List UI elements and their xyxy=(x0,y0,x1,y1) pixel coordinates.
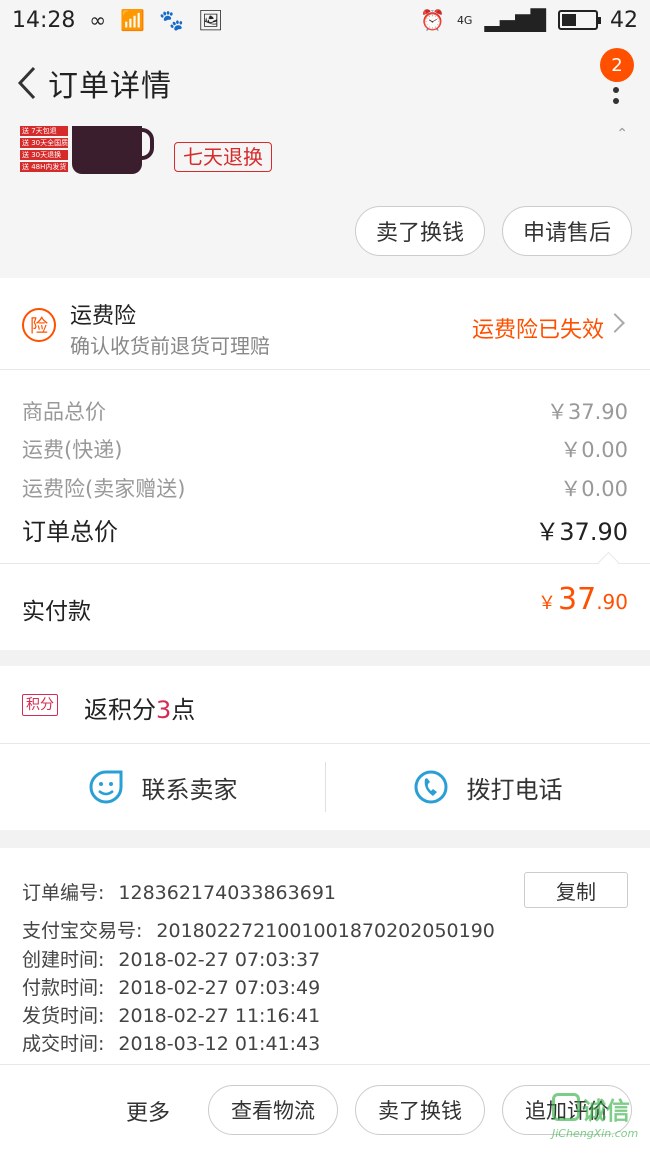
kettle-image xyxy=(72,126,142,174)
product-thumbnail[interactable]: 送 7天包退 送 30天全国质保 送 30天退换 送 48H内发货 xyxy=(20,126,155,176)
insurance-status: 运费险已失效 xyxy=(471,318,604,343)
paid-integer: 37 xyxy=(558,582,597,617)
watermark-text: JiChengXin.com xyxy=(552,1127,639,1140)
paid-time: 2018-02-27 07:03:49 xyxy=(118,977,321,999)
chat-face-icon xyxy=(89,770,122,804)
insurance-icon: 险 xyxy=(22,308,56,342)
contact-seller-label: 联系卖家 xyxy=(141,775,238,804)
dot-icon xyxy=(613,98,619,104)
promo-tag: 送 30天全国质保 xyxy=(20,138,68,148)
paid-currency: ￥ xyxy=(538,593,556,614)
price-row: 商品总价 ￥37.90 xyxy=(22,396,628,426)
promo-tag: 送 48H内发货 xyxy=(20,162,68,172)
quantity-cut: ⌃ xyxy=(616,126,628,142)
apply-aftersale-button[interactable]: 申请售后 xyxy=(502,206,632,256)
refund-policy-tag: 七天退换 xyxy=(174,142,272,172)
kettle-handle xyxy=(140,128,154,160)
order-total-label: 订单总价 xyxy=(22,518,118,546)
created-time-label: 创建时间: xyxy=(22,949,105,971)
shipped-time-label: 发货时间: xyxy=(22,1005,105,1027)
chevron-right-icon xyxy=(605,313,625,333)
call-phone-button[interactable]: 拨打电话 xyxy=(325,744,650,830)
insurance-title: 运费险 xyxy=(70,304,137,329)
paid-amount: ￥ 37 .90 xyxy=(538,582,628,617)
divider xyxy=(0,563,650,564)
paid-time-label: 付款时间: xyxy=(22,977,105,999)
phone-icon xyxy=(414,770,447,804)
more-button[interactable]: 更多 xyxy=(126,1095,170,1127)
paid-label: 实付款 xyxy=(22,599,91,625)
contact-bar: 联系卖家 拨打电话 xyxy=(0,744,650,830)
insurance-subtitle: 确认收货前退货可理赔 xyxy=(70,334,270,358)
nav-bar: 订单详情 2 xyxy=(0,40,650,126)
contact-seller-button[interactable]: 联系卖家 xyxy=(0,744,325,830)
promo-tag: 送 30天退换 xyxy=(20,150,68,160)
copy-button[interactable]: 复制 xyxy=(524,872,628,908)
paid-decimal: .90 xyxy=(596,590,628,614)
status-time: 14:28 xyxy=(12,7,76,33)
page-title: 订单详情 xyxy=(48,69,172,104)
image-icon: 🖼 xyxy=(197,8,224,32)
product-section: 送 7天包退 送 30天全国质保 送 30天退换 送 48H内发货 七天退换 ⌃… xyxy=(0,126,650,278)
points-row: 积分 返积分3点 xyxy=(0,666,650,744)
sell-for-cash-button[interactable]: 卖了换钱 xyxy=(355,1085,485,1135)
points-suffix: 点 xyxy=(171,696,196,724)
status-bar: 14:28 ∞ 📶 🐾 🖼 ⏰ 4G ▂▄▆█ 42 xyxy=(0,0,650,40)
order-info: 订单编号: 128362174033863691 复制 支付宝交易号: 201802… xyxy=(0,848,650,1064)
completed-time: 2018-03-12 01:41:43 xyxy=(118,1033,321,1055)
watermark-chars: 诚信 xyxy=(582,1097,630,1125)
shipped-time-row: 发货时间: 2018-02-27 11:16:41 xyxy=(22,1001,320,1028)
call-phone-label: 拨打电话 xyxy=(466,775,563,804)
created-time-row: 创建时间: 2018-02-27 07:03:37 xyxy=(22,945,320,972)
network-label: 4G xyxy=(456,13,473,27)
created-time: 2018-02-27 07:03:37 xyxy=(118,949,321,971)
signal-icon: ▂▄▆█ xyxy=(484,8,546,32)
promo-tag: 送 7天包退 xyxy=(20,126,68,136)
battery-icon xyxy=(558,10,601,30)
price-row: 运费(快递) ￥0.00 xyxy=(22,434,628,464)
back-button[interactable] xyxy=(4,53,50,113)
promo-tags: 送 7天包退 送 30天全国质保 送 30天退换 送 48H内发货 xyxy=(20,126,68,174)
order-number-label: 订单编号: xyxy=(22,882,105,904)
dot-icon xyxy=(613,87,619,93)
price-value: ￥37.90 xyxy=(546,400,628,424)
chevron-left-icon xyxy=(17,66,36,100)
alipay-number: 2018022721001001870202050190 xyxy=(156,920,495,942)
price-breakdown: 商品总价 ￥37.90 运费(快递) ￥0.00 运费险(卖家赠送) ￥0.00… xyxy=(0,370,650,650)
order-total-row: 订单总价 ￥37.90 xyxy=(22,512,628,547)
alipay-number-label: 支付宝交易号: xyxy=(22,920,143,942)
view-logistics-button[interactable]: 查看物流 xyxy=(208,1085,338,1135)
battery-level: 42 xyxy=(610,7,638,33)
shipped-time: 2018-02-27 11:16:41 xyxy=(118,1005,321,1027)
watermark-icon xyxy=(552,1093,580,1121)
paid-time-row: 付款时间: 2018-02-27 07:03:49 xyxy=(22,973,320,1000)
shipping-insurance-row[interactable]: 险 运费险 确认收货前退货可理赔 运费险已失效 xyxy=(0,278,650,370)
price-label: 运费险(卖家赠送) xyxy=(22,477,186,501)
order-number-row: 订单编号: 128362174033863691 xyxy=(22,878,336,905)
points-badge: 积分 xyxy=(22,694,58,716)
watermark-logo: 诚信 JiChengXin.com xyxy=(552,1089,648,1149)
price-label: 运费(快递) xyxy=(22,438,123,462)
infinity-icon: ∞ xyxy=(89,8,107,32)
points-prefix: 返积分 xyxy=(84,696,156,724)
order-total-value: ￥37.90 xyxy=(535,518,628,546)
alipay-number-row: 支付宝交易号: 2018022721001001870202050190 xyxy=(22,916,495,943)
sell-for-cash-button[interactable]: 卖了换钱 xyxy=(355,206,485,256)
price-value: ￥0.00 xyxy=(560,477,628,501)
alarm-icon: ⏰ xyxy=(420,8,445,32)
paw-icon: 🐾 xyxy=(158,8,184,32)
notification-badge: 2 xyxy=(600,48,634,82)
order-number: 128362174033863691 xyxy=(118,882,336,904)
wifi-hotspot-icon: 📶 xyxy=(120,8,145,32)
price-label: 商品总价 xyxy=(22,400,106,424)
completed-time-row: 成交时间: 2018-03-12 01:41:43 xyxy=(22,1029,320,1056)
points-number: 3 xyxy=(156,696,172,724)
price-row: 运费险(卖家赠送) ￥0.00 xyxy=(22,473,628,503)
completed-time-label: 成交时间: xyxy=(22,1033,105,1055)
points-text: 返积分3点 xyxy=(84,690,195,725)
price-value: ￥0.00 xyxy=(560,438,628,462)
